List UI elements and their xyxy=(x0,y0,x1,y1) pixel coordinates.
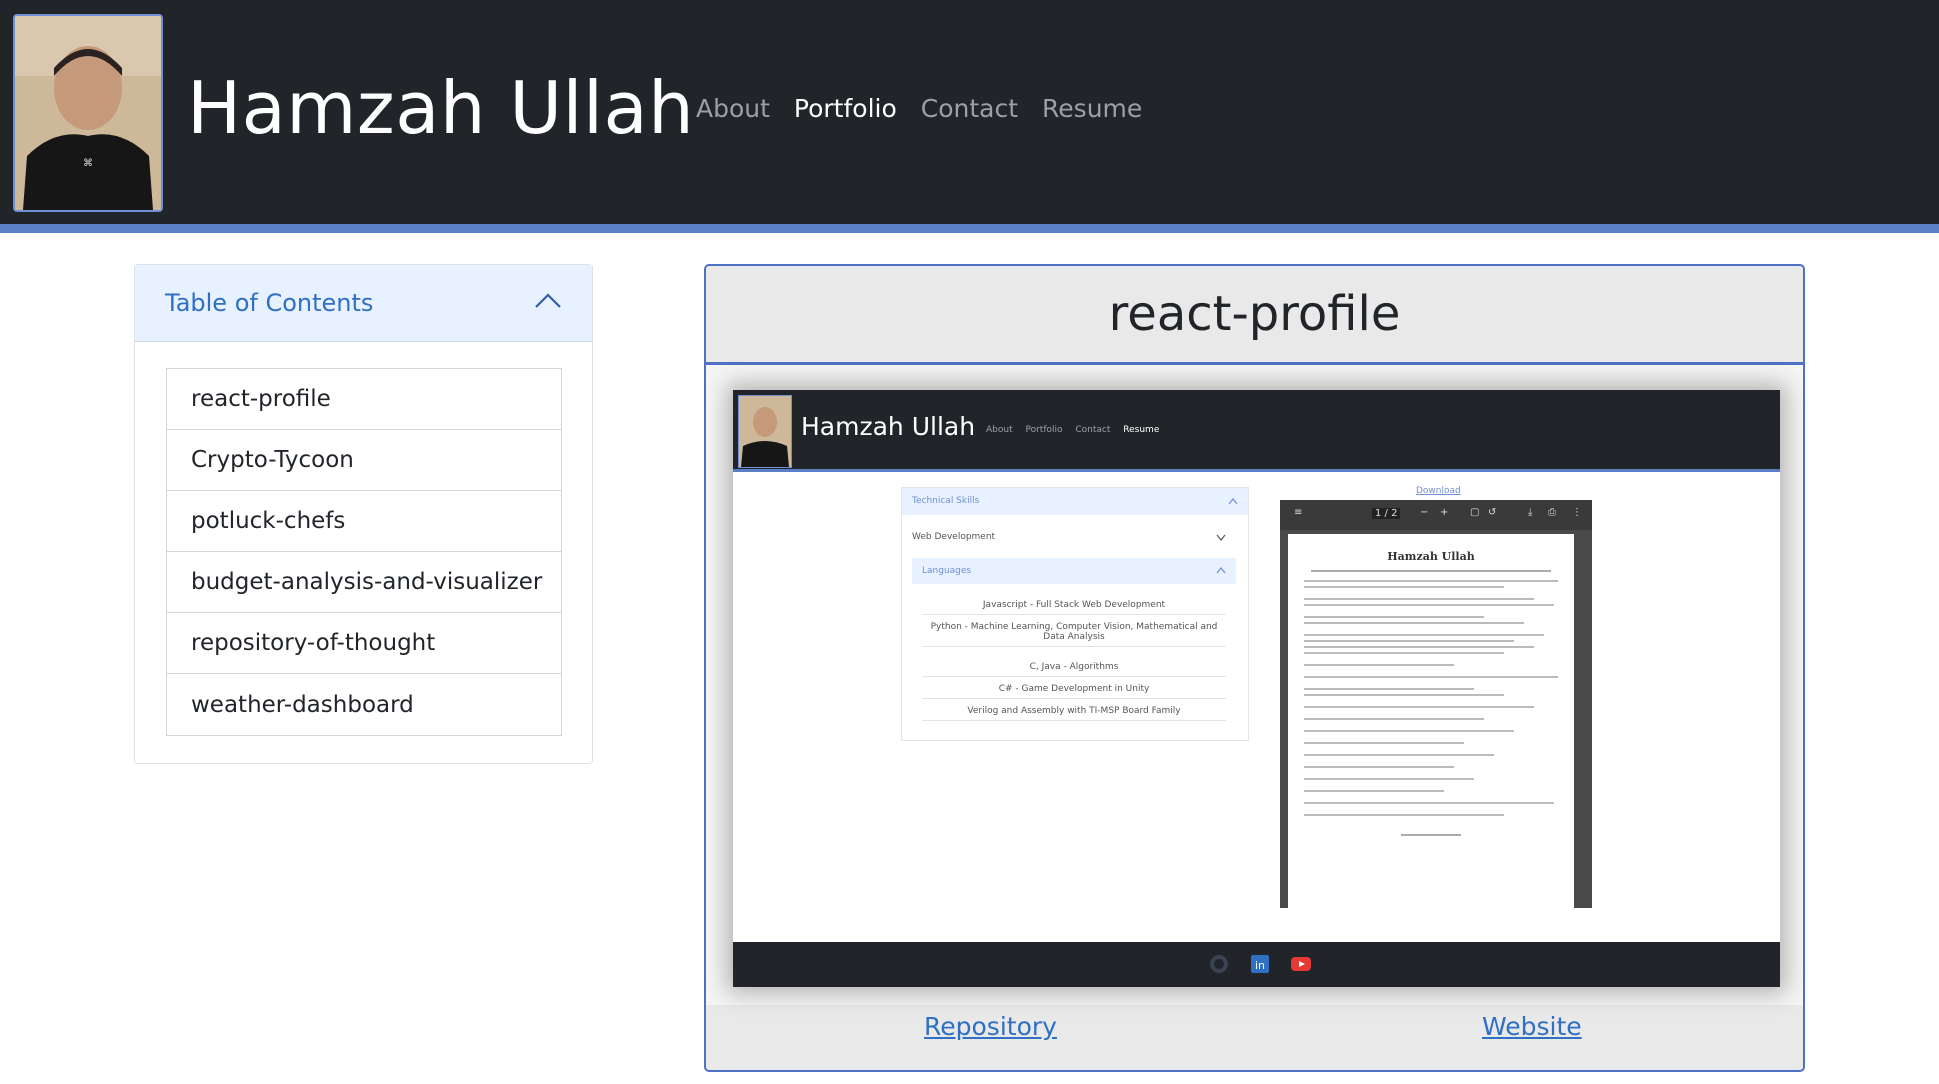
main-nav: About Portfolio Contact Resume xyxy=(696,94,1166,123)
preview-pdf-page: 1 / 2 xyxy=(1372,508,1401,519)
toc-item-weather-dashboard[interactable]: weather-dashboard xyxy=(167,674,561,735)
preview-header: Hamzah Ullah About Portfolio Contact Res… xyxy=(733,390,1780,469)
svg-text:⌘: ⌘ xyxy=(83,158,93,169)
preview-language-item: C, Java - Algorithms xyxy=(922,658,1226,677)
zoom-in-icon: + xyxy=(1440,507,1449,518)
site-title: Hamzah Ullah xyxy=(187,66,695,150)
preview-skills-header: Technical Skills xyxy=(902,488,1248,515)
preview-nav-contact: Contact xyxy=(1075,425,1111,435)
toc-list: react-profile Crypto-Tycoon potluck-chef… xyxy=(166,368,562,736)
project-title: react-profile xyxy=(1108,286,1401,342)
preview-nav-resume: Resume xyxy=(1123,425,1160,435)
print-icon: ⎙ xyxy=(1548,507,1556,518)
toc-item-potluck-chefs[interactable]: potluck-chefs xyxy=(167,491,561,552)
preview-nav-portfolio: Portfolio xyxy=(1025,425,1063,435)
repository-link[interactable]: Repository xyxy=(924,1012,1057,1041)
preview-resume-name: Hamzah Ullah xyxy=(1387,550,1475,563)
menu-icon: ≡ xyxy=(1294,507,1303,518)
preview-language-item: C# - Game Development in Unity xyxy=(922,680,1226,699)
website-link[interactable]: Website xyxy=(1482,1012,1582,1041)
linkedin-icon: in xyxy=(1251,955,1269,973)
profile-avatar: ⌘ xyxy=(13,14,163,212)
nav-portfolio[interactable]: Portfolio xyxy=(794,94,897,123)
preview-nav-about: About xyxy=(986,425,1013,435)
header-accent-line xyxy=(0,224,1939,233)
zoom-out-icon: − xyxy=(1420,507,1429,518)
github-icon xyxy=(1210,955,1228,973)
preview-site-title: Hamzah Ullah xyxy=(801,412,976,441)
svg-text:in: in xyxy=(1255,959,1265,972)
chevron-up-icon[interactable] xyxy=(534,292,562,314)
preview-avatar xyxy=(738,395,792,468)
preview-skills-panel: Technical Skills Web Development Languag… xyxy=(901,487,1249,741)
site-header: ⌘ Hamzah Ullah About Portfolio Contact R… xyxy=(0,0,1939,224)
preview-languages-label: Languages xyxy=(922,566,972,576)
nav-about[interactable]: About xyxy=(696,94,770,123)
project-preview-area: Hamzah Ullah About Portfolio Contact Res… xyxy=(706,365,1803,1005)
preview-language-item: Javascript - Full Stack Web Development xyxy=(922,596,1226,615)
project-links: Repository Website xyxy=(706,1000,1803,1070)
download-icon: ⤓ xyxy=(1528,507,1533,518)
preview-language-item: Verilog and Assembly with TI-MSP Board F… xyxy=(922,702,1226,721)
table-of-contents: Table of Contents react-profile Crypto-T… xyxy=(134,264,593,764)
toc-item-crypto-tycoon[interactable]: Crypto-Tycoon xyxy=(167,430,561,491)
chevron-up-icon xyxy=(1216,567,1226,574)
project-card: react-profile Hamzah Ullah About Portfol… xyxy=(704,264,1805,1072)
chevron-up-icon xyxy=(1228,498,1238,505)
chevron-down-icon xyxy=(1216,534,1226,541)
preview-footer: in xyxy=(733,942,1780,987)
preview-web-dev-label: Web Development xyxy=(912,532,996,542)
toc-header[interactable]: Table of Contents xyxy=(135,265,592,342)
preview-pdf-viewer: ≡ 1 / 2 − + ▢ ↺ ⤓ ⎙ ⋮ Hamzah Ullah xyxy=(1280,500,1592,908)
preview-language-item: Python - Machine Learning, Computer Visi… xyxy=(922,618,1226,647)
preview-pdf-toolbar: ≡ 1 / 2 − + ▢ ↺ ⤓ ⎙ ⋮ xyxy=(1280,500,1592,530)
preview-accent-line xyxy=(733,469,1780,472)
fit-page-icon: ▢ xyxy=(1470,507,1480,518)
nav-contact[interactable]: Contact xyxy=(921,94,1018,123)
preview-nav: About Portfolio Contact Resume xyxy=(986,425,1169,435)
project-screenshot: Hamzah Ullah About Portfolio Contact Res… xyxy=(733,390,1780,987)
preview-download-link: Download xyxy=(1416,486,1461,496)
nav-resume[interactable]: Resume xyxy=(1042,94,1142,123)
more-icon: ⋮ xyxy=(1572,507,1582,518)
preview-skills-title: Technical Skills xyxy=(912,496,980,506)
rotate-icon: ↺ xyxy=(1488,507,1497,518)
preview-web-dev: Web Development xyxy=(912,532,1236,542)
preview-resume-page: Hamzah Ullah xyxy=(1288,534,1574,908)
toc-item-repository-of-thought[interactable]: repository-of-thought xyxy=(167,613,561,674)
toc-item-react-profile[interactable]: react-profile xyxy=(167,369,561,430)
toc-title: Table of Contents xyxy=(165,289,374,317)
toc-item-budget-analysis[interactable]: budget-analysis-and-visualizer xyxy=(167,552,561,613)
youtube-icon xyxy=(1291,957,1311,971)
preview-languages-header: Languages xyxy=(912,558,1236,584)
